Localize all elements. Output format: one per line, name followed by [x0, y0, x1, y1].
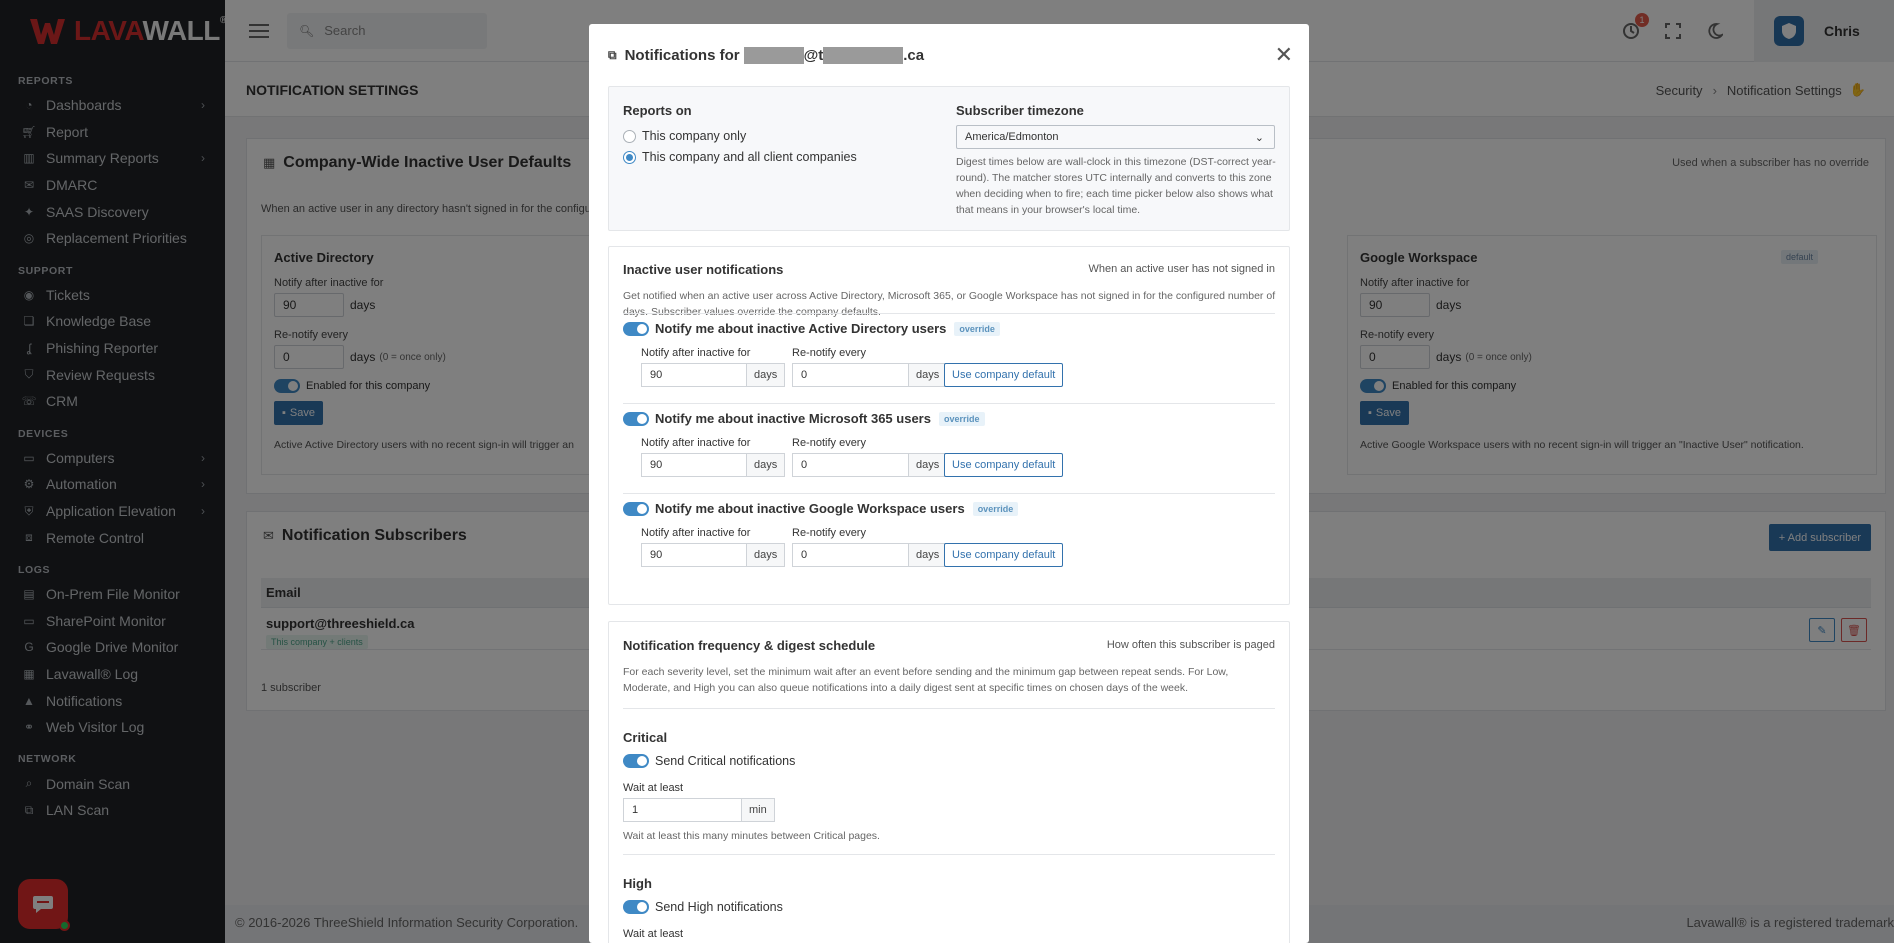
windows-icon: ⧉ — [608, 47, 617, 62]
modal-header: ⧉ Notifications for @t .ca ✕ — [589, 24, 1309, 86]
notify-after-input[interactable]: 90 — [641, 363, 746, 387]
renotify-input[interactable]: 0 — [792, 453, 908, 477]
use-company-default-button[interactable]: Use company default — [944, 363, 1064, 387]
critical-wait-input-group: 1 min — [623, 798, 775, 822]
override-tag: override — [972, 501, 1019, 516]
reports-option-all[interactable]: This company and all client companies — [623, 150, 857, 164]
critical-toggle-row[interactable]: Send Critical notifications — [623, 754, 795, 768]
inactive-toggle-row[interactable]: Notify me about inactive Microsoft 365 u… — [623, 411, 985, 426]
override-tag: override — [954, 321, 1000, 336]
radio-company-and-clients[interactable] — [623, 150, 636, 164]
divider — [623, 854, 1275, 855]
critical-wait-unit: min — [741, 798, 775, 822]
notify-after-label: Notify after inactive for — [641, 527, 751, 539]
notify-after-label: Notify after inactive for — [641, 437, 751, 449]
inactive-heading: Inactive user notifications — [623, 262, 784, 277]
use-company-default-button[interactable]: Use company default — [944, 453, 1064, 477]
chevron-down-icon: ⌄ — [1254, 131, 1264, 144]
redacted-email-domain — [823, 46, 904, 64]
inactive-toggle[interactable] — [623, 411, 649, 426]
notify-after-group: 90 days — [641, 453, 786, 477]
renotify-unit: days — [908, 543, 948, 567]
notifications-modal: ⧉ Notifications for @t .ca ✕ Reports on … — [589, 24, 1309, 943]
reports-section: Reports on This company only This compan… — [608, 86, 1290, 231]
use-company-default-button[interactable]: Use company default — [944, 543, 1064, 567]
frequency-note: How often this subscriber is paged — [1106, 639, 1275, 651]
critical-heading: Critical — [623, 730, 668, 745]
divider — [623, 403, 1275, 404]
modal-title: ⧉ Notifications for @t .ca — [608, 46, 925, 64]
high-heading: High — [623, 876, 652, 891]
reports-option-company[interactable]: This company only — [623, 129, 746, 143]
frequency-heading: Notification frequency & digest schedule — [623, 638, 876, 653]
renotify-label: Re-notify every — [792, 437, 866, 449]
critical-wait-input[interactable]: 1 — [623, 798, 741, 822]
override-tag: override — [938, 411, 985, 426]
timezone-help: Digest times below are wall-clock in thi… — [956, 156, 1276, 216]
renotify-unit: days — [908, 363, 948, 387]
divider — [623, 313, 1275, 314]
notify-after-input[interactable]: 90 — [641, 453, 746, 477]
critical-toggle[interactable] — [623, 754, 649, 768]
renotify-input[interactable]: 0 — [792, 543, 908, 567]
notify-after-group: 90 days — [641, 543, 786, 567]
frequency-section: Notification frequency & digest schedule… — [608, 621, 1290, 943]
renotify-group: 0 days — [792, 363, 948, 387]
redacted-email-local — [743, 46, 804, 64]
radio-company-only[interactable] — [623, 129, 636, 143]
critical-help: Wait at least this many minutes between … — [623, 830, 880, 842]
inactive-row: Notify me about inactive Active Director… — [623, 321, 1278, 401]
divider — [623, 493, 1275, 494]
timezone-heading: Subscriber timezone — [956, 103, 1084, 118]
inactive-toggle-row[interactable]: Notify me about inactive Google Workspac… — [623, 501, 1019, 516]
notify-after-group: 90 days — [641, 363, 786, 387]
inactive-desc: Get notified when an active user across … — [623, 290, 1276, 318]
divider — [623, 708, 1275, 709]
high-wait-label: Wait at least — [623, 928, 684, 940]
frequency-desc: For each severity level, set the minimum… — [623, 666, 1229, 694]
inactive-row: Notify me about inactive Microsoft 365 u… — [623, 411, 1278, 491]
renotify-label: Re-notify every — [792, 527, 866, 539]
critical-wait-label: Wait at least — [623, 782, 684, 794]
high-toggle[interactable] — [623, 900, 649, 914]
inactive-toggle[interactable] — [623, 501, 649, 516]
high-toggle-row[interactable]: Send High notifications — [623, 900, 783, 914]
notify-after-unit: days — [746, 363, 786, 387]
inactive-section: Inactive user notifications When an acti… — [608, 246, 1290, 605]
inactive-note: When an active user has not signed in — [1088, 263, 1275, 275]
renotify-input[interactable]: 0 — [792, 363, 908, 387]
inactive-toggle[interactable] — [623, 321, 649, 336]
notify-after-label: Notify after inactive for — [641, 347, 751, 359]
renotify-label: Re-notify every — [792, 347, 866, 359]
inactive-toggle-row[interactable]: Notify me about inactive Active Director… — [623, 321, 1000, 336]
notify-after-unit: days — [746, 543, 786, 567]
timezone-select[interactable]: America/Edmonton ⌄ — [956, 125, 1275, 149]
renotify-group: 0 days — [792, 543, 948, 567]
renotify-unit: days — [908, 453, 948, 477]
notify-after-input[interactable]: 90 — [641, 543, 746, 567]
notify-after-unit: days — [746, 453, 786, 477]
renotify-group: 0 days — [792, 453, 948, 477]
reports-heading: Reports on — [623, 103, 692, 118]
inactive-row: Notify me about inactive Google Workspac… — [623, 501, 1278, 581]
close-icon[interactable]: ✕ — [1275, 44, 1293, 66]
